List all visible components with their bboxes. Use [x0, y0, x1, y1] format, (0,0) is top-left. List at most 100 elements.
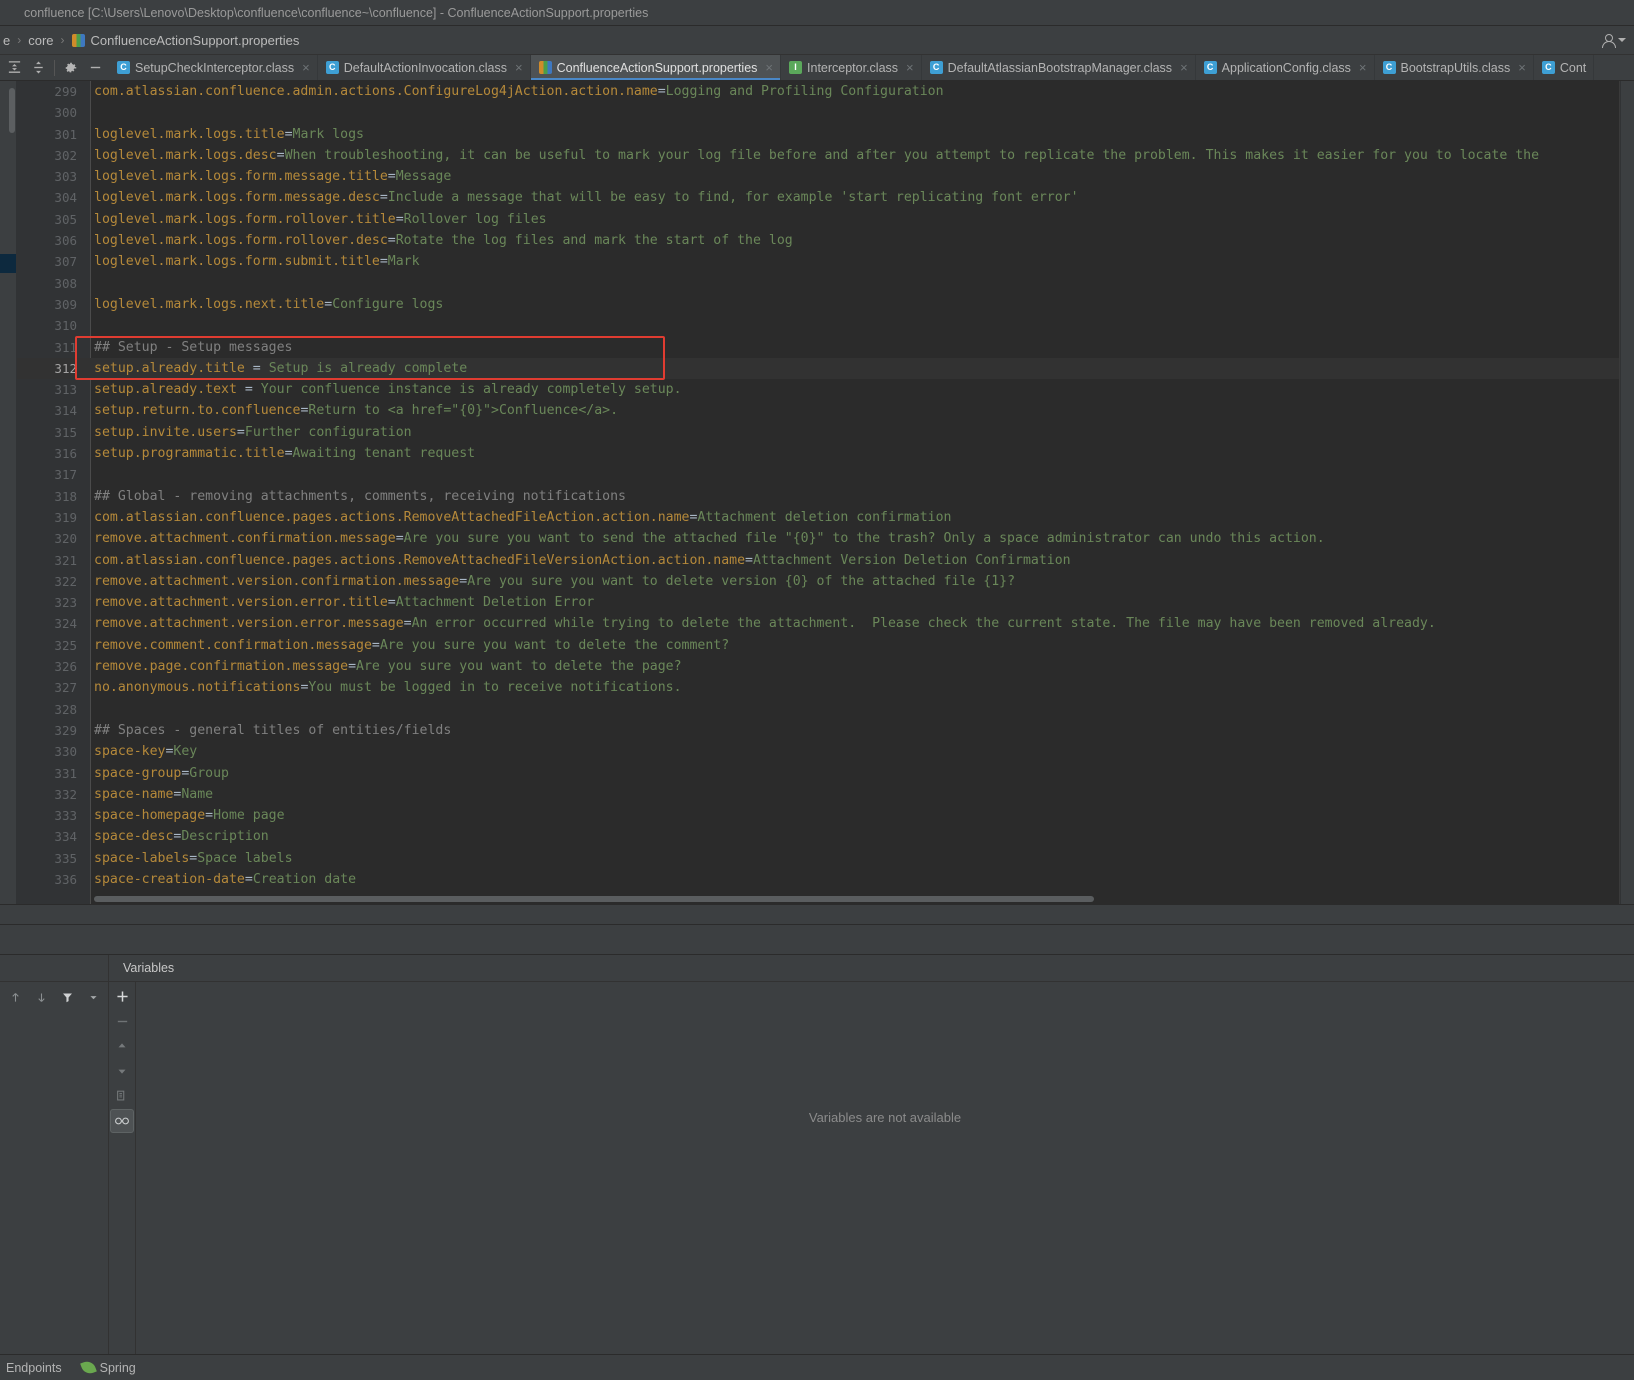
editor-tab-7[interactable]: Cont	[1534, 55, 1595, 80]
code-line[interactable]: 315 setup.invite.users=Further configurat…	[17, 422, 1634, 443]
code-line[interactable]: 299 com.atlassian.confluence.admin.action…	[17, 81, 1634, 102]
editor-tab-2[interactable]: ConfluenceActionSupport.properties ×	[530, 55, 782, 80]
code-line[interactable]: 329 ## Spaces - general titles of entitie…	[17, 720, 1634, 741]
property-value: Are you sure you want to send the attach…	[403, 531, 1325, 547]
code-editor[interactable]: 299 com.atlassian.confluence.admin.action…	[17, 81, 1634, 904]
settings-gear-icon[interactable]	[59, 56, 83, 80]
close-icon[interactable]: ×	[1518, 60, 1526, 75]
code-line[interactable]: 307 loglevel.mark.logs.form.submit.title=…	[17, 251, 1634, 272]
code-line[interactable]: 300	[17, 102, 1634, 123]
editor-tab-5[interactable]: ApplicationConfig.class ×	[1196, 55, 1375, 80]
editor-tab-3[interactable]: Interceptor.class ×	[781, 55, 922, 80]
property-value: Key	[173, 744, 198, 760]
variables-content[interactable]: Variables are not available	[136, 982, 1634, 1354]
left-strip-selected-row[interactable]	[0, 254, 16, 273]
code-line[interactable]: 310	[17, 315, 1634, 336]
status-item-spring[interactable]: Spring	[79, 1359, 136, 1376]
move-down-icon[interactable]	[110, 1059, 134, 1083]
line-number: 326	[54, 659, 77, 675]
collapse-all-icon[interactable]	[2, 56, 26, 80]
assignment-operator: =	[387, 169, 396, 185]
code-line[interactable]: 328	[17, 699, 1634, 720]
code-line[interactable]: 336 space-creation-date=Creation date	[17, 869, 1634, 890]
frames-toolbar	[0, 982, 109, 1354]
left-tool-strip[interactable]	[0, 81, 17, 904]
code-line[interactable]: 316 setup.programmatic.title=Awaiting ten…	[17, 443, 1634, 464]
status-item-endpoints[interactable]: Endpoints	[6, 1361, 62, 1375]
assignment-operator: =	[459, 573, 468, 589]
property-value: Space labels	[197, 850, 293, 866]
code-line[interactable]: 325 remove.comment.confirmation.message=A…	[17, 635, 1634, 656]
code-line[interactable]: 323 remove.attachment.version.error.title…	[17, 592, 1634, 613]
code-line[interactable]: 303 loglevel.mark.logs.form.message.title…	[17, 166, 1634, 187]
line-number: 318	[54, 488, 77, 504]
code-line[interactable]: 306 loglevel.mark.logs.form.rollover.desc…	[17, 230, 1634, 251]
assignment-operator: =	[244, 382, 261, 398]
code-line[interactable]: 327 no.anonymous.notifications=You must b…	[17, 677, 1634, 698]
tab-label: ApplicationConfig.class	[1221, 60, 1351, 75]
remove-watch-icon[interactable]	[110, 1009, 134, 1033]
tab-variables[interactable]: Variables	[109, 955, 188, 981]
code-line[interactable]: 333 space-homepage=Home page	[17, 805, 1634, 826]
code-line[interactable]: 312 setup.already.title = Setup is alread…	[17, 357, 1634, 380]
editor-tab-6[interactable]: BootstrapUtils.class ×	[1375, 55, 1534, 80]
code-line[interactable]: 313 setup.already.text = Your confluence …	[17, 379, 1634, 400]
code-line[interactable]: 321 com.atlassian.confluence.pages.action…	[17, 550, 1634, 571]
editor-tab-0[interactable]: SetupCheckInterceptor.class ×	[109, 55, 318, 80]
code-line[interactable]: 330 space-key=Key	[17, 741, 1634, 762]
step-down-icon[interactable]	[29, 985, 53, 1009]
close-icon[interactable]: ×	[906, 60, 914, 75]
close-icon[interactable]: ×	[302, 60, 310, 75]
code-line[interactable]: 308	[17, 273, 1634, 294]
code-line[interactable]: 334 space-desc=Description	[17, 826, 1634, 847]
expand-all-icon[interactable]	[26, 56, 50, 80]
window-title: confluence [C:\Users\Lenovo\Desktop\conf…	[24, 5, 649, 20]
editor-tab-1[interactable]: DefaultActionInvocation.class ×	[318, 55, 531, 80]
code-line[interactable]: 326 remove.page.confirmation.message=Are …	[17, 656, 1634, 677]
code-line[interactable]: 319 com.atlassian.confluence.pages.action…	[17, 507, 1634, 528]
account-control[interactable]	[1600, 32, 1626, 48]
close-icon[interactable]: ×	[1359, 60, 1367, 75]
breadcrumb-item-core[interactable]: core	[25, 26, 56, 54]
hide-panel-icon[interactable]	[83, 56, 107, 80]
move-up-icon[interactable]	[110, 1034, 134, 1058]
debugger-tool-window: Variables Variables are not available	[0, 954, 1634, 1354]
code-line[interactable]: 332 space-name=Name	[17, 784, 1634, 805]
property-value: Name	[181, 786, 214, 802]
code-line[interactable]: 318 ## Global - removing attachments, com…	[17, 486, 1634, 507]
code-line[interactable]: 335 space-labels=Space labels	[17, 848, 1634, 869]
code-line[interactable]: 314 setup.return.to.confluence=Return to …	[17, 400, 1634, 421]
code-line[interactable]: 305 loglevel.mark.logs.form.rollover.titl…	[17, 209, 1634, 230]
dropdown-caret-icon[interactable]	[81, 985, 105, 1009]
code-line[interactable]: 311 ## Setup - Setup messages	[17, 337, 1634, 358]
property-key: loglevel.mark.logs.form.message.title	[94, 169, 388, 185]
breadcrumb-item-file[interactable]: ConfluenceActionSupport.properties	[69, 26, 303, 54]
add-watch-icon[interactable]	[110, 984, 134, 1008]
close-icon[interactable]: ×	[1180, 60, 1188, 75]
code-line[interactable]: 317	[17, 464, 1634, 485]
code-line[interactable]: 324 remove.attachment.version.error.messa…	[17, 613, 1634, 634]
copy-icon[interactable]	[110, 1084, 134, 1108]
inspect-glasses-icon[interactable]	[110, 1109, 134, 1133]
code-line[interactable]: 302 loglevel.mark.logs.desc=When troubles…	[17, 145, 1634, 166]
breadcrumb-item-e[interactable]: e	[0, 26, 13, 54]
left-strip-scrollbar[interactable]	[9, 88, 15, 133]
editor-horizontal-scrollbar[interactable]	[94, 896, 1094, 902]
step-up-icon[interactable]	[3, 985, 27, 1009]
editor-tab-4[interactable]: DefaultAtlassianBootstrapManager.class ×	[922, 55, 1196, 80]
code-lines-container[interactable]: 299 com.atlassian.confluence.admin.action…	[17, 81, 1634, 904]
code-line[interactable]: 309 loglevel.mark.logs.next.title=Configu…	[17, 294, 1634, 315]
code-line[interactable]: 320 remove.attachment.confirmation.messag…	[17, 528, 1634, 549]
close-icon[interactable]: ×	[765, 60, 773, 75]
chevron-down-icon	[1618, 38, 1626, 42]
editor-tab-strip[interactable]: SetupCheckInterceptor.class × DefaultAct…	[0, 55, 1634, 81]
error-marker-stripe[interactable]	[1620, 81, 1634, 904]
code-line[interactable]: 301 loglevel.mark.logs.title=Mark logs	[17, 124, 1634, 145]
property-key: loglevel.mark.logs.form.message.desc	[94, 190, 380, 206]
code-line[interactable]: 304 loglevel.mark.logs.form.message.desc=…	[17, 187, 1634, 208]
close-icon[interactable]: ×	[515, 60, 523, 75]
filter-icon[interactable]	[55, 985, 79, 1009]
editor-region: 299 com.atlassian.confluence.admin.action…	[0, 81, 1634, 904]
code-line[interactable]: 331 space-group=Group	[17, 763, 1634, 784]
code-line[interactable]: 322 remove.attachment.version.confirmatio…	[17, 571, 1634, 592]
